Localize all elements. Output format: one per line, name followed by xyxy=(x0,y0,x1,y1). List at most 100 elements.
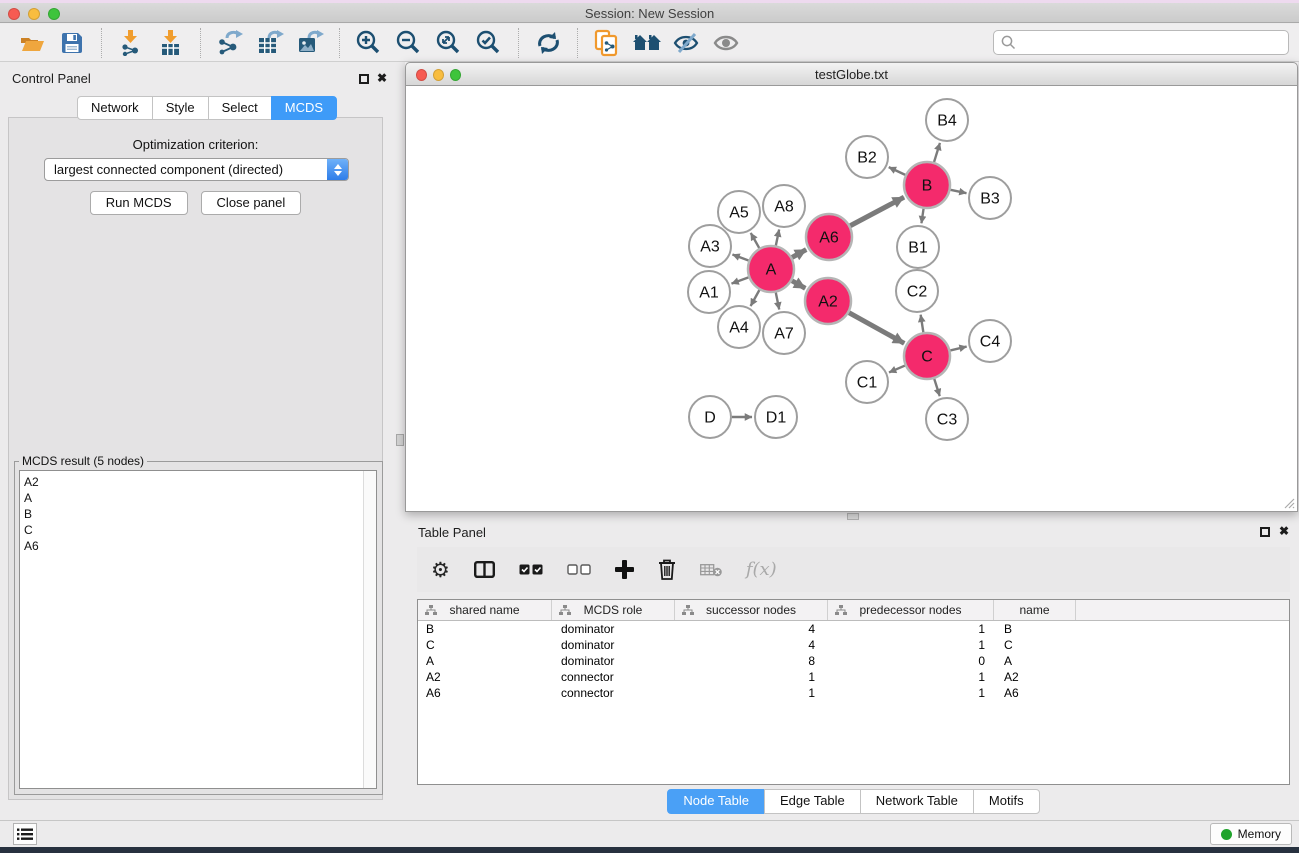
export-image-icon[interactable] xyxy=(290,26,330,60)
close-panel-button[interactable]: Close panel xyxy=(201,191,302,215)
edge-C-C4[interactable] xyxy=(950,347,966,351)
tab-motifs[interactable]: Motifs xyxy=(973,789,1040,814)
export-network-icon[interactable] xyxy=(210,26,250,60)
column-header-name[interactable]: name xyxy=(994,600,1076,620)
column-header-predecessor-nodes[interactable]: predecessor nodes xyxy=(828,600,994,620)
result-scrollbar[interactable] xyxy=(363,471,376,788)
run-mcds-button[interactable]: Run MCDS xyxy=(90,191,188,215)
tab-network-table[interactable]: Network Table xyxy=(860,789,974,814)
column-header-shared-name[interactable]: shared name xyxy=(418,600,552,620)
edge-A-A3[interactable] xyxy=(732,254,748,260)
tab-edge-table[interactable]: Edge Table xyxy=(764,789,861,814)
edge-A6-B[interactable] xyxy=(850,197,904,226)
result-item[interactable]: A6 xyxy=(20,538,376,554)
graph-node-C[interactable]: C xyxy=(904,333,950,379)
resize-grip[interactable] xyxy=(1281,495,1295,509)
graph-node-D1[interactable]: D1 xyxy=(755,396,797,438)
edge-A-A5[interactable] xyxy=(751,233,760,248)
open-session-icon[interactable] xyxy=(12,26,52,60)
horizontal-splitter-handle[interactable] xyxy=(847,513,859,520)
network-window-titlebar[interactable]: testGlobe.txt xyxy=(405,62,1298,86)
graph-node-A[interactable]: A xyxy=(748,246,794,292)
zoom-selected-icon[interactable] xyxy=(469,26,509,60)
edge-A-A2[interactable] xyxy=(792,281,805,289)
edge-A-A7[interactable] xyxy=(776,293,779,310)
graph-node-B3[interactable]: B3 xyxy=(969,177,1011,219)
graph-node-A8[interactable]: A8 xyxy=(763,185,805,227)
edge-A2-C[interactable] xyxy=(849,313,904,344)
table-row[interactable]: Adominator80A xyxy=(418,653,1289,669)
graph-node-D[interactable]: D xyxy=(689,396,731,438)
graph-node-A6[interactable]: A6 xyxy=(806,214,852,260)
table-row[interactable]: A2connector11A2 xyxy=(418,669,1289,685)
criterion-select[interactable]: largest connected component (directed) xyxy=(44,158,349,181)
column-header-MCDS-role[interactable]: MCDS role xyxy=(552,600,675,620)
tab-select[interactable]: Select xyxy=(208,96,272,120)
zoom-in-icon[interactable] xyxy=(349,26,389,60)
task-history-button[interactable] xyxy=(13,823,37,845)
graph-node-A7[interactable]: A7 xyxy=(763,312,805,354)
delete-column-icon[interactable] xyxy=(658,553,676,587)
graph-node-B1[interactable]: B1 xyxy=(897,226,939,268)
export-table-icon[interactable] xyxy=(250,26,290,60)
edge-C-C1[interactable] xyxy=(889,366,905,373)
result-item[interactable]: A xyxy=(20,490,376,506)
edge-A-A8[interactable] xyxy=(776,230,779,246)
graph-node-A3[interactable]: A3 xyxy=(689,225,731,267)
edge-A-A6[interactable] xyxy=(792,250,806,258)
graph-node-A2[interactable]: A2 xyxy=(805,278,851,324)
refresh-layout-icon[interactable] xyxy=(528,26,568,60)
table-panel-close-icon[interactable]: ✖ xyxy=(1279,526,1289,537)
edge-B-B2[interactable] xyxy=(889,167,906,175)
search-field[interactable] xyxy=(993,30,1289,55)
tab-network[interactable]: Network xyxy=(77,96,153,120)
split-view-icon[interactable] xyxy=(474,553,495,587)
hide-selected-icon[interactable] xyxy=(667,26,707,60)
copy-network-icon[interactable] xyxy=(587,26,627,60)
select-all-icon[interactable] xyxy=(519,553,543,587)
result-item[interactable]: A2 xyxy=(20,474,376,490)
tab-mcds[interactable]: MCDS xyxy=(271,96,337,120)
edge-B-B1[interactable] xyxy=(921,209,923,223)
control-panel-close-icon[interactable]: ✖ xyxy=(377,73,387,84)
graph-node-C2[interactable]: C2 xyxy=(896,270,938,312)
import-table-icon[interactable] xyxy=(151,26,191,60)
add-column-icon[interactable] xyxy=(615,553,634,587)
table-panel-float-icon[interactable] xyxy=(1260,527,1270,537)
home-icon[interactable] xyxy=(627,26,667,60)
memory-button[interactable]: Memory xyxy=(1210,823,1292,845)
graph-node-A5[interactable]: A5 xyxy=(718,191,760,233)
search-input[interactable] xyxy=(1021,35,1288,50)
graph-node-A4[interactable]: A4 xyxy=(718,306,760,348)
graph-node-B4[interactable]: B4 xyxy=(926,99,968,141)
zoom-out-icon[interactable] xyxy=(389,26,429,60)
zoom-fit-icon[interactable] xyxy=(429,26,469,60)
show-all-icon[interactable] xyxy=(707,26,747,60)
graph-node-C1[interactable]: C1 xyxy=(846,361,888,403)
table-row[interactable]: Cdominator41C xyxy=(418,637,1289,653)
column-header-successor-nodes[interactable]: successor nodes xyxy=(675,600,828,620)
edge-A-A1[interactable] xyxy=(732,277,749,283)
edge-C-C2[interactable] xyxy=(921,315,924,333)
table-row[interactable]: Bdominator41B xyxy=(418,621,1289,637)
network-canvas[interactable]: B4 B2 B B3 A8A5 A6 A3 B1 A A1 C2 A2 A4A7 C4 C C1 D C3 D1 xyxy=(405,86,1298,512)
graph-node-A1[interactable]: A1 xyxy=(688,271,730,313)
graph-node-C3[interactable]: C3 xyxy=(926,398,968,440)
vertical-splitter-handle[interactable] xyxy=(396,434,404,446)
control-panel-float-icon[interactable] xyxy=(359,74,369,84)
import-network-icon[interactable] xyxy=(111,26,151,60)
result-item[interactable]: B xyxy=(20,506,376,522)
tab-style[interactable]: Style xyxy=(152,96,209,120)
graph-node-B[interactable]: B xyxy=(904,162,950,208)
main-titlebar[interactable]: Session: New Session xyxy=(0,3,1299,23)
unselect-all-icon[interactable] xyxy=(567,553,591,587)
graph-node-B2[interactable]: B2 xyxy=(846,136,888,178)
gear-icon[interactable]: ⚙ xyxy=(431,553,450,587)
result-item[interactable]: C xyxy=(20,522,376,538)
edge-B-B4[interactable] xyxy=(934,143,940,162)
edge-A-A4[interactable] xyxy=(751,290,760,306)
table-header-row[interactable]: shared nameMCDS rolesuccessor nodesprede… xyxy=(418,600,1289,621)
graph-node-C4[interactable]: C4 xyxy=(969,320,1011,362)
edge-B-B3[interactable] xyxy=(951,190,967,193)
tab-node-table[interactable]: Node Table xyxy=(667,789,765,814)
